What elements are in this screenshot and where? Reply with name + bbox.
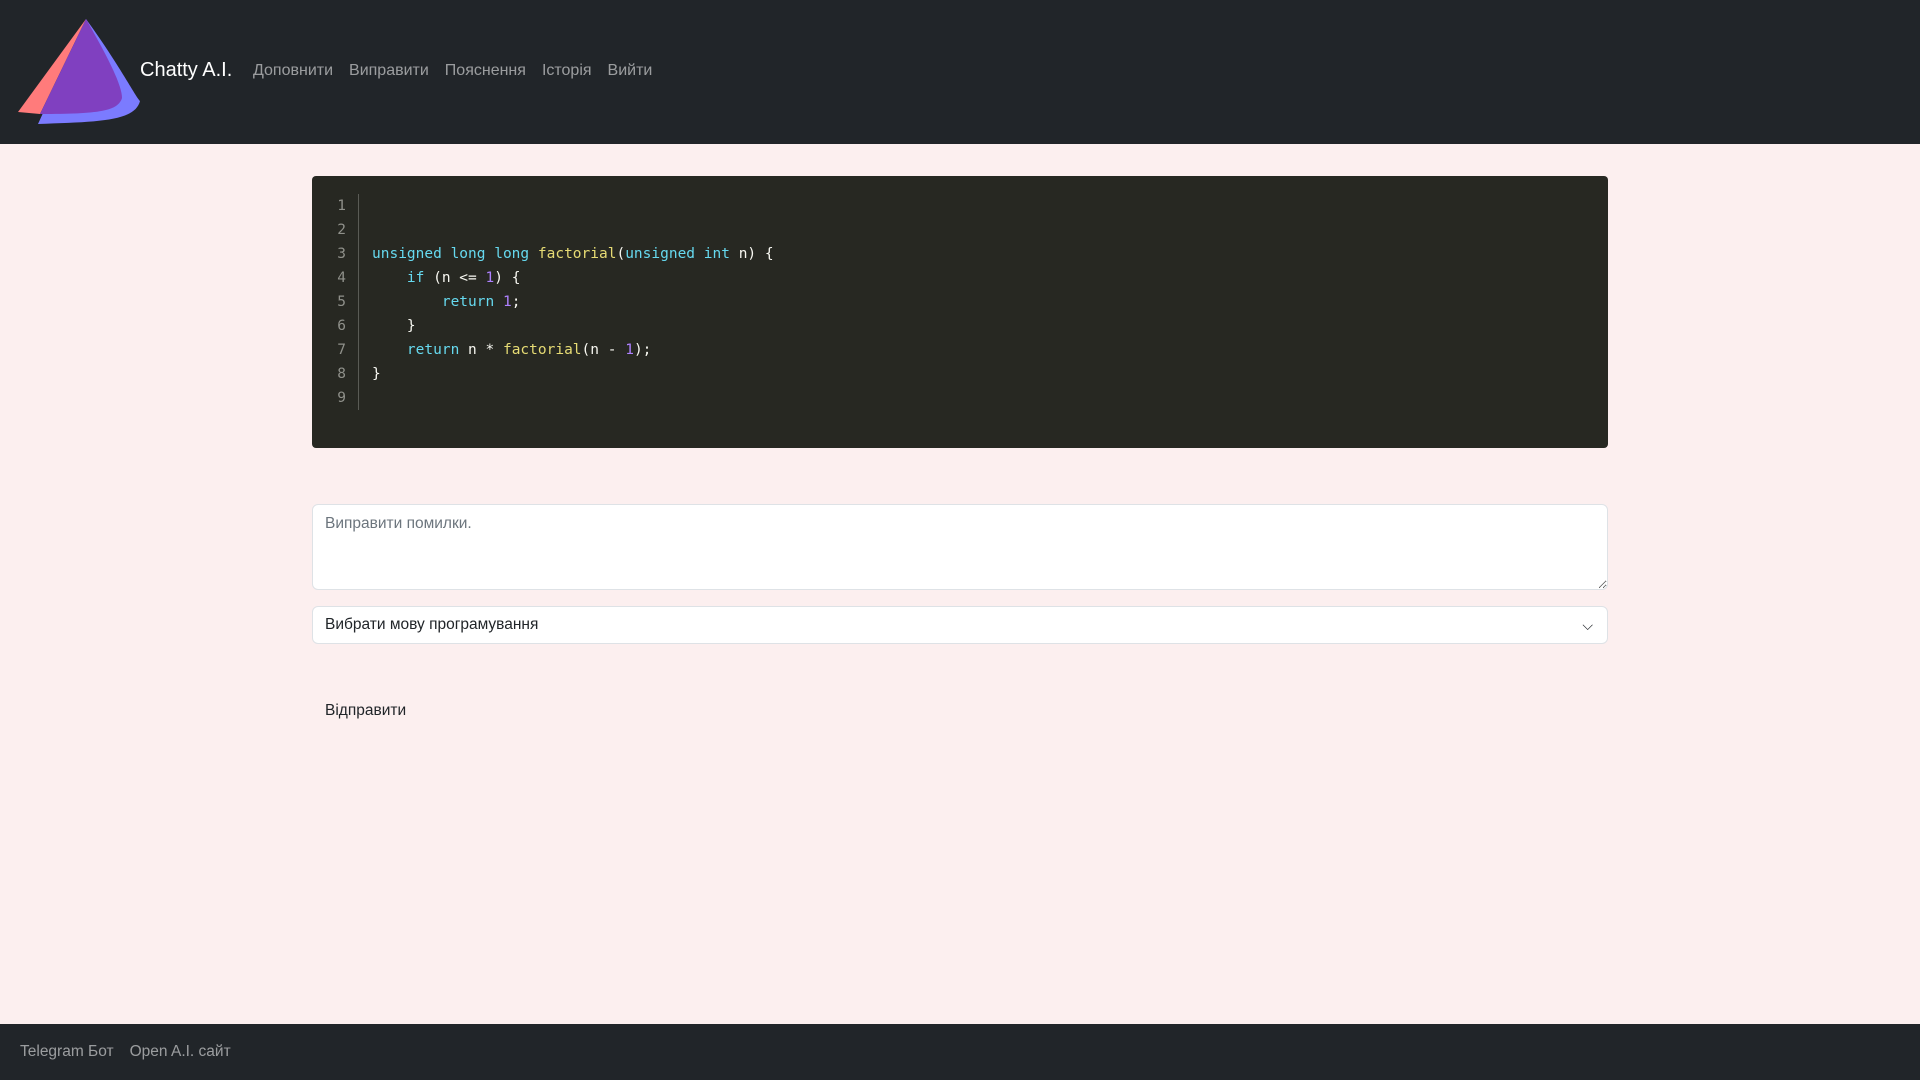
code-token: 1 [502, 294, 512, 310]
code-token: n) { [738, 246, 774, 262]
brand[interactable]: Chatty A.I. [140, 59, 232, 82]
code-line: 5 return 1; [312, 290, 1608, 314]
code-token: (n - [581, 342, 626, 358]
chevron-down-icon: ⌵ [1582, 617, 1593, 633]
code-token: unsigned long long [372, 246, 538, 262]
line-number: 8 [312, 362, 359, 386]
line-number: 2 [312, 218, 359, 242]
code-text: return n * factorial(n - 1); [359, 338, 651, 362]
language-select-value: Вибрати мову програмування [325, 616, 539, 633]
nav-history[interactable]: Історія [542, 62, 592, 80]
navbar: Chatty A.I. Доповнити Виправити Поясненн… [0, 0, 1920, 144]
code-token: n * [459, 342, 503, 358]
line-number: 3 [312, 242, 359, 266]
code-token: ; [511, 294, 521, 310]
code-token: 1 [485, 270, 495, 286]
code-text: } [359, 362, 381, 386]
nav-complete[interactable]: Доповнити [253, 62, 333, 80]
openai-site-link[interactable]: Open A.I. сайт [130, 1043, 231, 1061]
line-number: 6 [312, 314, 359, 338]
code-token: return [406, 342, 460, 358]
code-token: ) { [494, 270, 521, 286]
code-text: return 1; [359, 290, 521, 314]
code-token: ); [633, 342, 652, 358]
code-text: unsigned long long factorial(unsigned in… [359, 242, 774, 266]
code-token: } [372, 318, 416, 334]
code-line: 2 [312, 218, 1608, 242]
code-token: (n <= [424, 270, 486, 286]
code-line: 7 return n * factorial(n - 1); [312, 338, 1608, 362]
nav-fix[interactable]: Виправити [349, 62, 429, 80]
line-number: 9 [312, 386, 359, 410]
line-number: 1 [312, 194, 359, 218]
code-line: 3 unsigned long long factorial(unsigned i… [312, 242, 1608, 266]
code-token: factorial [502, 342, 582, 358]
code-line: 4 if (n <= 1) { [312, 266, 1608, 290]
code-token: factorial [537, 246, 617, 262]
send-button[interactable]: Відправити [312, 696, 419, 726]
code-line: 9 [312, 386, 1608, 410]
code-token: if [406, 270, 425, 286]
code-token: return [441, 294, 503, 310]
line-number: 4 [312, 266, 359, 290]
line-number: 5 [312, 290, 359, 314]
code-token: 1 [625, 342, 634, 358]
nav-explain[interactable]: Пояснення [445, 62, 526, 80]
code-line: 8} [312, 362, 1608, 386]
prompt-input[interactable] [312, 504, 1608, 590]
nav-logout[interactable]: Вийти [608, 62, 653, 80]
line-number: 7 [312, 338, 359, 362]
logo-icon[interactable] [10, 16, 145, 128]
footer: Telegram Бот Open A.I. сайт [0, 1024, 1920, 1080]
telegram-bot-link[interactable]: Telegram Бот [20, 1043, 114, 1061]
code-line: 1 [312, 194, 1608, 218]
code-text: if (n <= 1) { [359, 266, 521, 290]
code-token: ( [616, 246, 626, 262]
main-nav: Доповнити Виправити Пояснення Історія Ви… [253, 62, 652, 80]
code-editor[interactable]: 1 2 3 unsigned long long factorial(unsigned… [312, 176, 1608, 448]
language-select[interactable]: Вибрати мову програмування ⌵ [312, 606, 1608, 644]
code-text: } [359, 314, 416, 338]
code-token: } [372, 366, 381, 382]
code-token: unsigned int [625, 246, 739, 262]
code-line: 6 } [312, 314, 1608, 338]
